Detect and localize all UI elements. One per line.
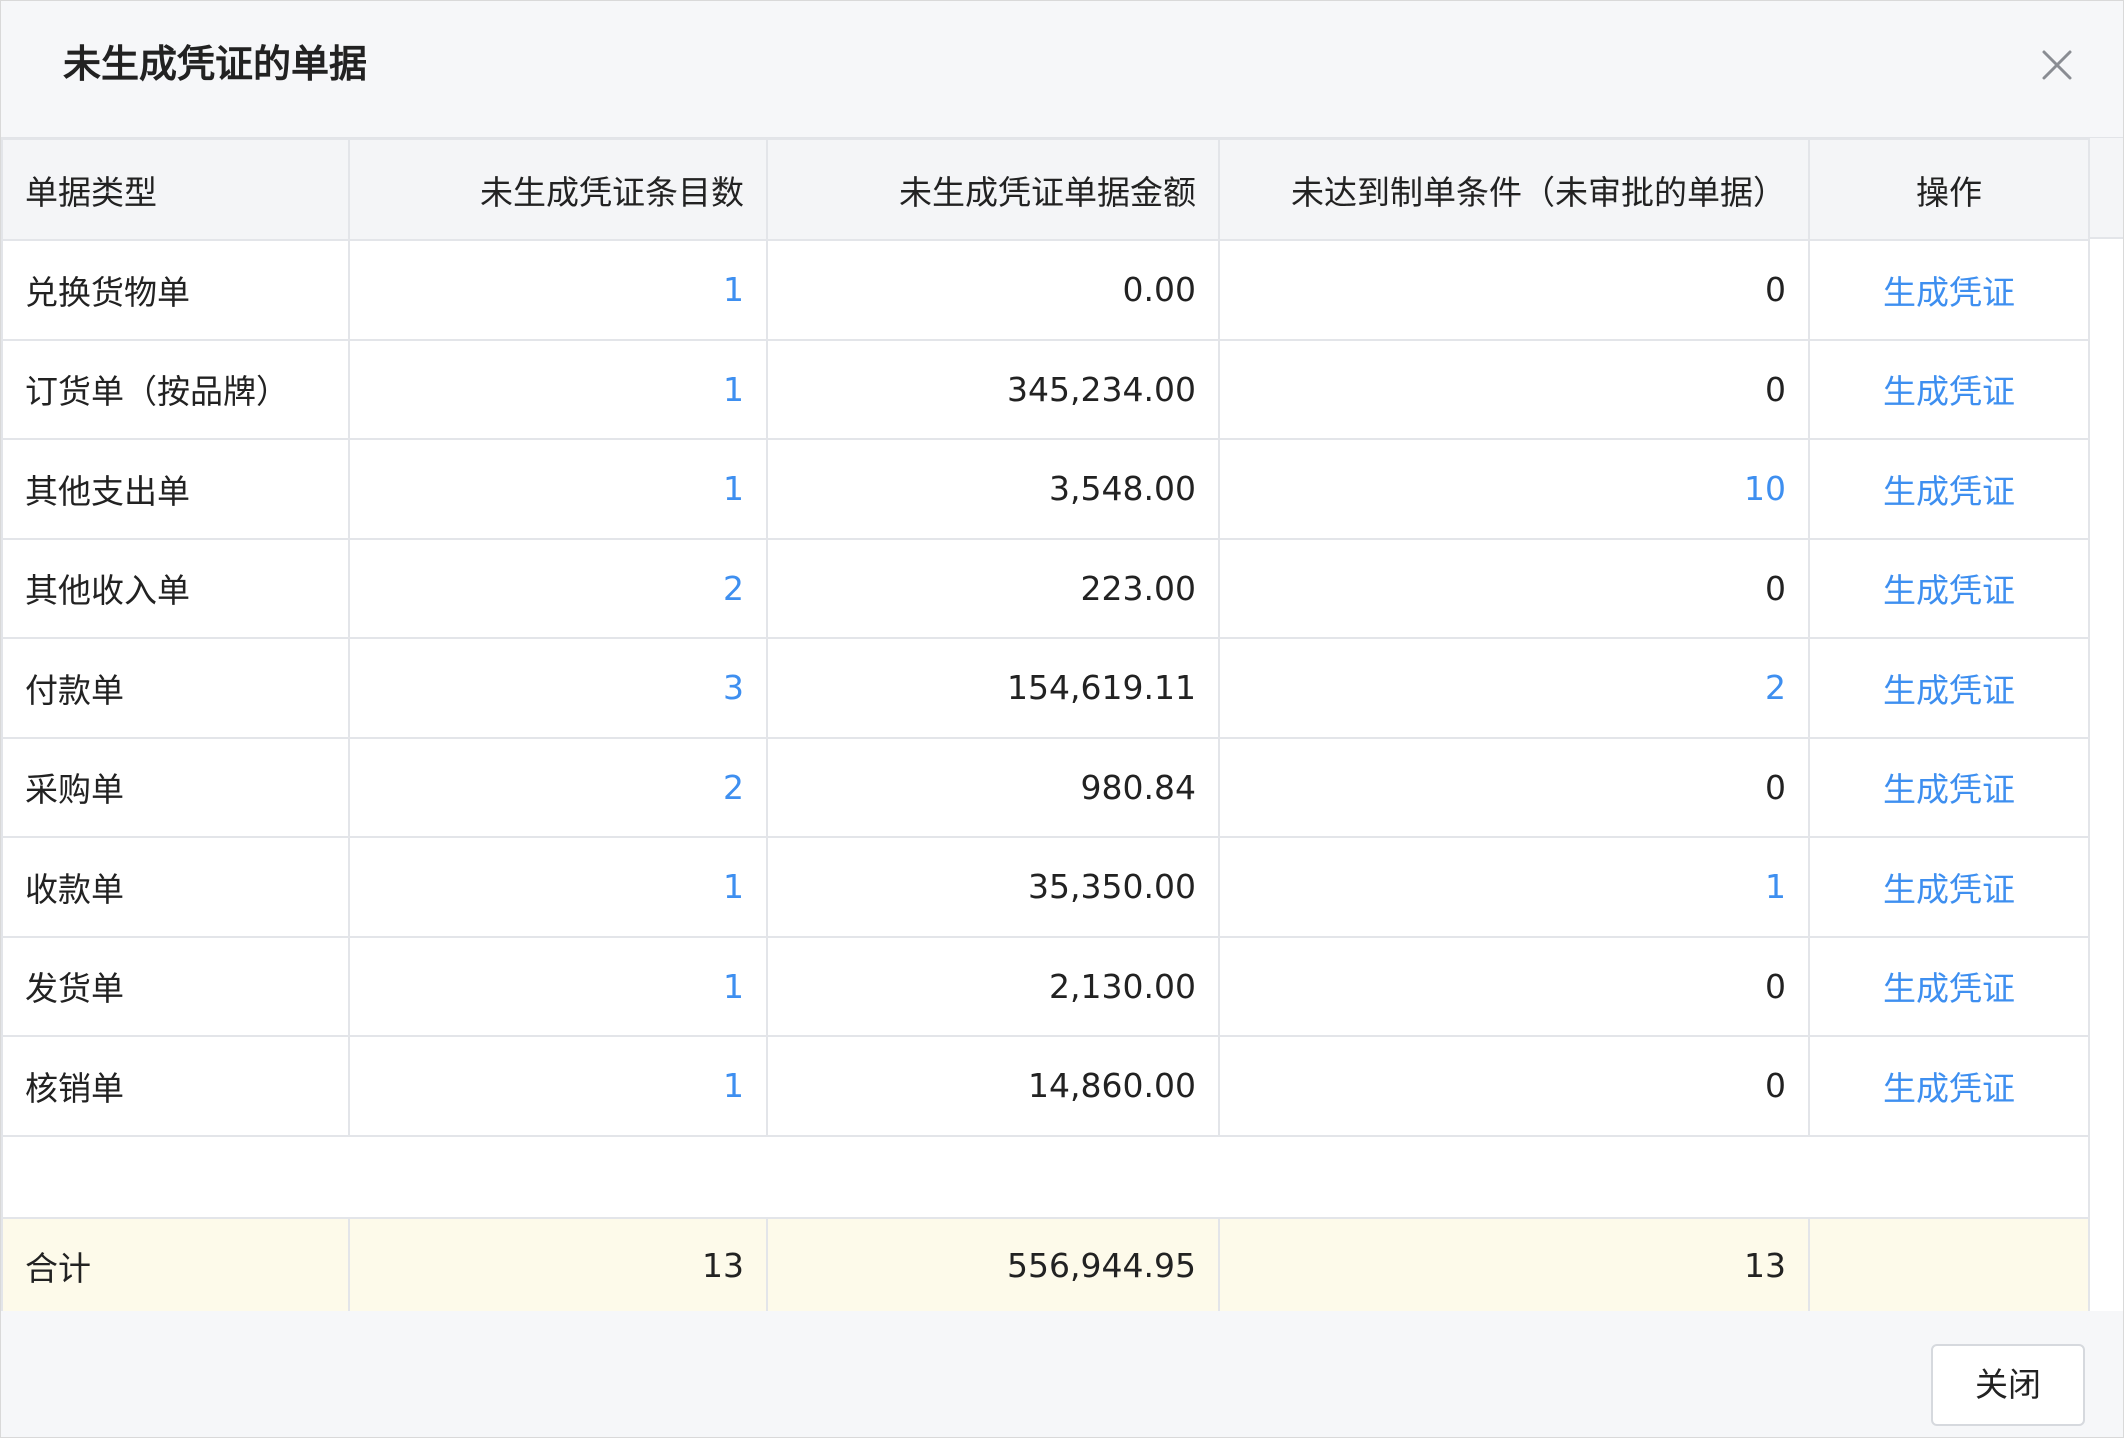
cell-amount: 3,548.00 bbox=[766, 438, 1220, 540]
cell-count-link[interactable]: 1 bbox=[348, 1035, 768, 1137]
cell-document-type: 收款单 bbox=[1, 836, 350, 938]
cell-unapproved: 0 bbox=[1218, 338, 1810, 440]
cell-count-link[interactable]: 1 bbox=[348, 836, 768, 938]
vertical-scrollbar[interactable] bbox=[2088, 239, 2123, 1213]
total-row: 合计 13 556,944.95 13 bbox=[1, 1216, 2090, 1315]
cell-count-link[interactable]: 1 bbox=[348, 239, 768, 341]
cell-document-type: 其他收入单 bbox=[1, 537, 350, 639]
dialog: 未生成凭证的单据 单据类型 未生成凭证条目数 未生成凭证单据金额 未达到制单条件… bbox=[0, 0, 2124, 1438]
cell-count-link[interactable]: 2 bbox=[348, 537, 768, 639]
unvouchered-documents-table: 单据类型 未生成凭证条目数 未生成凭证单据金额 未达到制单条件（未审批的单据） … bbox=[1, 138, 2090, 1315]
cell-amount: 154,619.11 bbox=[766, 637, 1220, 739]
cell-amount: 345,234.00 bbox=[766, 338, 1220, 440]
cell-document-type: 核销单 bbox=[1, 1035, 350, 1137]
cell-document-type: 订货单（按品牌） bbox=[1, 338, 350, 440]
close-icon[interactable] bbox=[2037, 45, 2077, 85]
column-header-unvouchered-amount[interactable]: 未生成凭证单据金额 bbox=[766, 138, 1220, 241]
total-label: 合计 bbox=[1, 1216, 350, 1315]
cell-amount: 35,350.00 bbox=[766, 836, 1220, 938]
cell-unapproved-link[interactable]: 2 bbox=[1218, 637, 1810, 739]
cell-document-type: 其他支出单 bbox=[1, 438, 350, 540]
cell-count-link[interactable]: 2 bbox=[348, 736, 768, 838]
cell-amount: 0.00 bbox=[766, 239, 1220, 341]
close-button[interactable]: 关闭 bbox=[1931, 1344, 2085, 1426]
header-scroll-gutter bbox=[2088, 138, 2123, 239]
cell-document-type: 兑换货物单 bbox=[1, 239, 350, 341]
total-action-empty bbox=[1808, 1216, 2090, 1315]
empty-spacer-row bbox=[1, 1134, 2090, 1219]
cell-unapproved: 0 bbox=[1218, 1035, 1810, 1137]
empty-cell bbox=[1, 1134, 2090, 1219]
cell-document-type: 发货单 bbox=[1, 935, 350, 1037]
column-header-unapproved[interactable]: 未达到制单条件（未审批的单据） bbox=[1218, 138, 1810, 241]
cell-count-link[interactable]: 1 bbox=[348, 438, 768, 540]
generate-voucher-link[interactable]: 生成凭证 bbox=[1808, 438, 2090, 540]
table-row: 发货单 1 2,130.00 0 生成凭证 bbox=[1, 935, 2090, 1037]
cell-amount: 980.84 bbox=[766, 736, 1220, 838]
cell-document-type: 付款单 bbox=[1, 637, 350, 739]
cell-amount: 2,130.00 bbox=[766, 935, 1220, 1037]
cell-unapproved: 0 bbox=[1218, 239, 1810, 341]
column-header-document-type[interactable]: 单据类型 bbox=[1, 138, 350, 241]
table-area: 单据类型 未生成凭证条目数 未生成凭证单据金额 未达到制单条件（未审批的单据） … bbox=[1, 138, 2123, 1315]
generate-voucher-link[interactable]: 生成凭证 bbox=[1808, 338, 2090, 440]
table-row: 付款单 3 154,619.11 2 生成凭证 bbox=[1, 637, 2090, 739]
cell-unapproved: 0 bbox=[1218, 736, 1810, 838]
generate-voucher-link[interactable]: 生成凭证 bbox=[1808, 1035, 2090, 1137]
total-count: 13 bbox=[348, 1216, 768, 1315]
table-row: 兑换货物单 1 0.00 0 生成凭证 bbox=[1, 239, 2090, 341]
generate-voucher-link[interactable]: 生成凭证 bbox=[1808, 935, 2090, 1037]
cell-unapproved-link[interactable]: 10 bbox=[1218, 438, 1810, 540]
column-header-actions: 操作 bbox=[1808, 138, 2090, 241]
generate-voucher-link[interactable]: 生成凭证 bbox=[1808, 537, 2090, 639]
dialog-footer: 关闭 bbox=[1, 1311, 2123, 1437]
cell-count-link[interactable]: 3 bbox=[348, 637, 768, 739]
table-row: 其他收入单 2 223.00 0 生成凭证 bbox=[1, 537, 2090, 639]
cell-amount: 223.00 bbox=[766, 537, 1220, 639]
generate-voucher-link[interactable]: 生成凭证 bbox=[1808, 239, 2090, 341]
total-amount: 556,944.95 bbox=[766, 1216, 1220, 1315]
cell-count-link[interactable]: 1 bbox=[348, 935, 768, 1037]
table-row: 采购单 2 980.84 0 生成凭证 bbox=[1, 736, 2090, 838]
generate-voucher-link[interactable]: 生成凭证 bbox=[1808, 736, 2090, 838]
table-row: 其他支出单 1 3,548.00 10 生成凭证 bbox=[1, 438, 2090, 540]
cell-unapproved: 0 bbox=[1218, 935, 1810, 1037]
column-header-unvouchered-count[interactable]: 未生成凭证条目数 bbox=[348, 138, 768, 241]
generate-voucher-link[interactable]: 生成凭证 bbox=[1808, 836, 2090, 938]
total-unapproved: 13 bbox=[1218, 1216, 1810, 1315]
table-row: 收款单 1 35,350.00 1 生成凭证 bbox=[1, 836, 2090, 938]
table-header-row: 单据类型 未生成凭证条目数 未生成凭证单据金额 未达到制单条件（未审批的单据） … bbox=[1, 138, 2090, 241]
cell-count-link[interactable]: 1 bbox=[348, 338, 768, 440]
dialog-title: 未生成凭证的单据 bbox=[63, 42, 368, 86]
cell-amount: 14,860.00 bbox=[766, 1035, 1220, 1137]
table-row: 核销单 1 14,860.00 0 生成凭证 bbox=[1, 1035, 2090, 1137]
cell-document-type: 采购单 bbox=[1, 736, 350, 838]
cell-unapproved-link[interactable]: 1 bbox=[1218, 836, 1810, 938]
dialog-header: 未生成凭证的单据 bbox=[1, 1, 2123, 138]
cell-unapproved: 0 bbox=[1218, 537, 1810, 639]
generate-voucher-link[interactable]: 生成凭证 bbox=[1808, 637, 2090, 739]
table-row: 订货单（按品牌） 1 345,234.00 0 生成凭证 bbox=[1, 338, 2090, 440]
